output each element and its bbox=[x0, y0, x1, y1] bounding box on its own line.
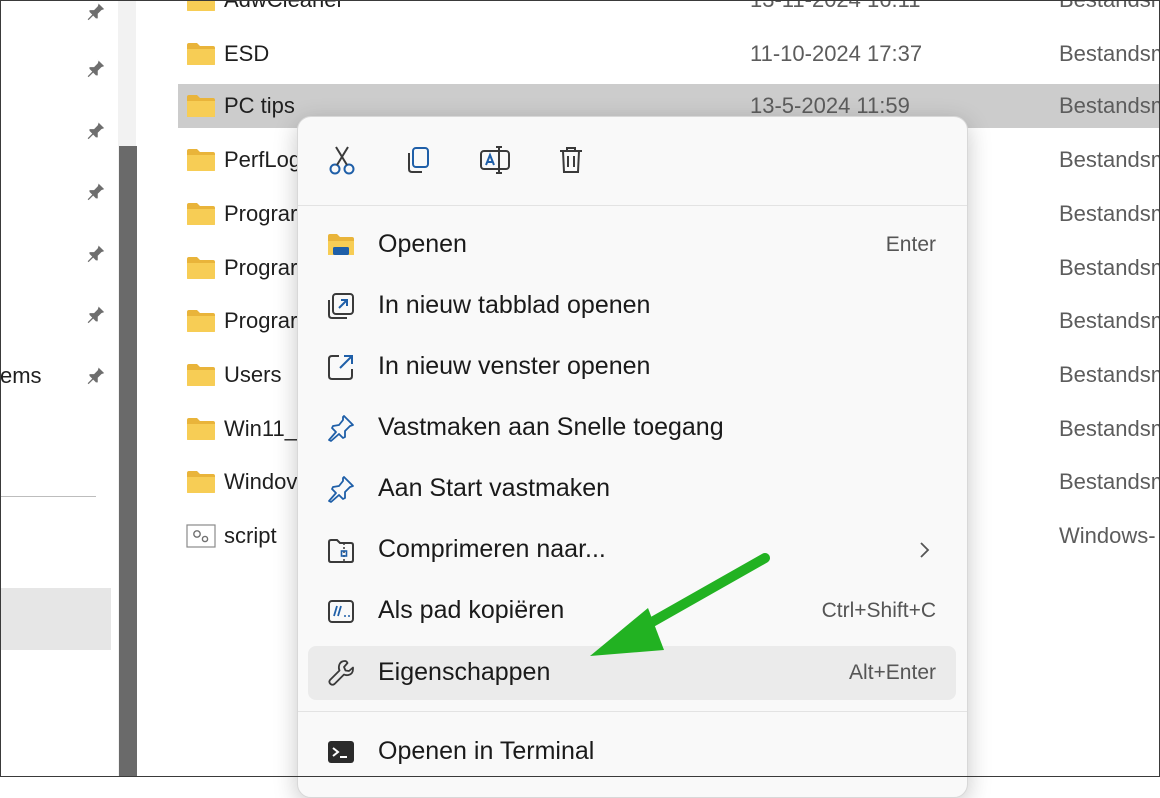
file-type: Windows- bbox=[1059, 523, 1156, 548]
pin-icon[interactable] bbox=[84, 242, 106, 264]
menu-item-new-window[interactable]: In nieuw venster openen bbox=[308, 340, 956, 394]
folder-icon bbox=[186, 417, 216, 441]
file-date: 11-10-2024 17:37 bbox=[750, 41, 923, 66]
delete-icon[interactable] bbox=[554, 143, 588, 177]
copy-path-icon bbox=[326, 596, 356, 626]
menu-item-shortcut: Enter bbox=[885, 233, 936, 256]
menu-item-openen[interactable]: Openen Enter bbox=[308, 218, 956, 272]
menu-item-shortcut: Alt+Enter bbox=[849, 661, 936, 684]
new-window-icon bbox=[326, 352, 356, 382]
file-type: Bestandsm bbox=[1059, 362, 1160, 387]
file-type: Bestandsm bbox=[1059, 0, 1160, 13]
folder-icon bbox=[186, 94, 216, 118]
menu-item-label: Openen in Terminal bbox=[378, 737, 595, 765]
file-name: AdwCleaner bbox=[224, 0, 344, 13]
menu-item-label: Openen bbox=[378, 230, 467, 258]
file-name: Prograr bbox=[224, 255, 298, 280]
open-folder-icon bbox=[326, 230, 356, 260]
folder-icon bbox=[186, 0, 216, 12]
pin-icon[interactable] bbox=[84, 119, 106, 141]
zip-icon bbox=[326, 535, 356, 565]
file-date: 13-11-2024 16:11 bbox=[750, 0, 920, 13]
pin-icon[interactable] bbox=[84, 303, 106, 325]
menu-item-label: Aan Start vastmaken bbox=[378, 474, 611, 502]
folder-icon bbox=[186, 42, 216, 66]
quick-actions-bar bbox=[298, 117, 967, 205]
file-type: Bestandsm bbox=[1059, 255, 1160, 280]
pin-icon[interactable] bbox=[84, 364, 106, 386]
menu-item-shortcut: Ctrl+Shift+C bbox=[821, 599, 936, 622]
file-type: Bestandsm bbox=[1059, 308, 1160, 333]
file-type: Bestandsm bbox=[1059, 469, 1160, 494]
file-name: Prograr bbox=[224, 308, 298, 333]
menu-item-label: In nieuw venster openen bbox=[378, 352, 651, 380]
file-type: Bestandsm bbox=[1059, 147, 1160, 172]
file-name: Windov bbox=[224, 469, 298, 494]
file-type: Bestandsm bbox=[1059, 41, 1160, 66]
menu-separator bbox=[298, 711, 967, 712]
pin-icon bbox=[326, 474, 356, 504]
nav-selected-item[interactable] bbox=[0, 588, 111, 650]
menu-item-label: In nieuw tabblad openen bbox=[378, 291, 651, 319]
rename-icon[interactable] bbox=[478, 143, 512, 177]
file-type: Bestandsm bbox=[1059, 93, 1160, 118]
context-menu: Openen Enter In nieuw tabblad openen In … bbox=[297, 116, 968, 798]
menu-item-pin-quick-access[interactable]: Vastmaken aan Snelle toegang bbox=[308, 401, 956, 455]
wrench-icon bbox=[326, 658, 356, 688]
menu-item-new-tab[interactable]: In nieuw tabblad openen bbox=[308, 279, 956, 333]
chevron-right-icon bbox=[916, 538, 934, 562]
nav-divider bbox=[0, 496, 96, 497]
navigation-pane: ems bbox=[0, 0, 118, 777]
file-row[interactable]: ESD 11-10-2024 17:37 Bestandsm bbox=[178, 32, 1160, 76]
annotation-arrow-icon bbox=[590, 553, 770, 656]
new-tab-icon bbox=[326, 291, 356, 321]
nav-item-label[interactable]: ems bbox=[0, 363, 42, 389]
menu-item-label: Comprimeren naar... bbox=[378, 535, 606, 563]
file-name: script bbox=[224, 523, 277, 548]
file-type: Bestandsm bbox=[1059, 201, 1160, 226]
folder-icon bbox=[186, 148, 216, 172]
cut-icon[interactable] bbox=[325, 143, 359, 177]
file-row[interactable]: AdwCleaner 13-11-2024 16:11 Bestandsm bbox=[178, 0, 1160, 22]
folder-icon bbox=[186, 256, 216, 280]
pin-icon[interactable] bbox=[84, 0, 106, 22]
file-type: Bestandsm bbox=[1059, 416, 1160, 441]
file-name: Users bbox=[224, 362, 282, 387]
terminal-icon bbox=[326, 737, 356, 767]
script-file-icon bbox=[186, 524, 216, 548]
file-name: Win11_ bbox=[224, 416, 297, 441]
folder-icon bbox=[186, 309, 216, 333]
file-name: ESD bbox=[224, 41, 270, 66]
folder-icon bbox=[186, 363, 216, 387]
pin-icon[interactable] bbox=[84, 180, 106, 202]
folder-icon bbox=[186, 470, 216, 494]
file-name: PerfLog bbox=[224, 147, 302, 172]
pin-icon[interactable] bbox=[84, 57, 106, 79]
folder-icon bbox=[186, 202, 216, 226]
menu-item-label: Eigenschappen bbox=[378, 658, 551, 686]
pin-icon bbox=[326, 413, 356, 443]
copy-icon[interactable] bbox=[401, 143, 435, 177]
menu-item-label: Vastmaken aan Snelle toegang bbox=[378, 413, 724, 441]
file-name: Prograr bbox=[224, 201, 298, 226]
menu-item-pin-start[interactable]: Aan Start vastmaken bbox=[308, 462, 956, 516]
menu-item-label: Als pad kopiëren bbox=[378, 596, 565, 624]
file-name: PC tips bbox=[224, 93, 295, 118]
nav-scrollbar-thumb[interactable] bbox=[119, 146, 137, 777]
menu-item-terminal[interactable]: Openen in Terminal bbox=[308, 725, 956, 779]
menu-separator bbox=[298, 205, 967, 206]
